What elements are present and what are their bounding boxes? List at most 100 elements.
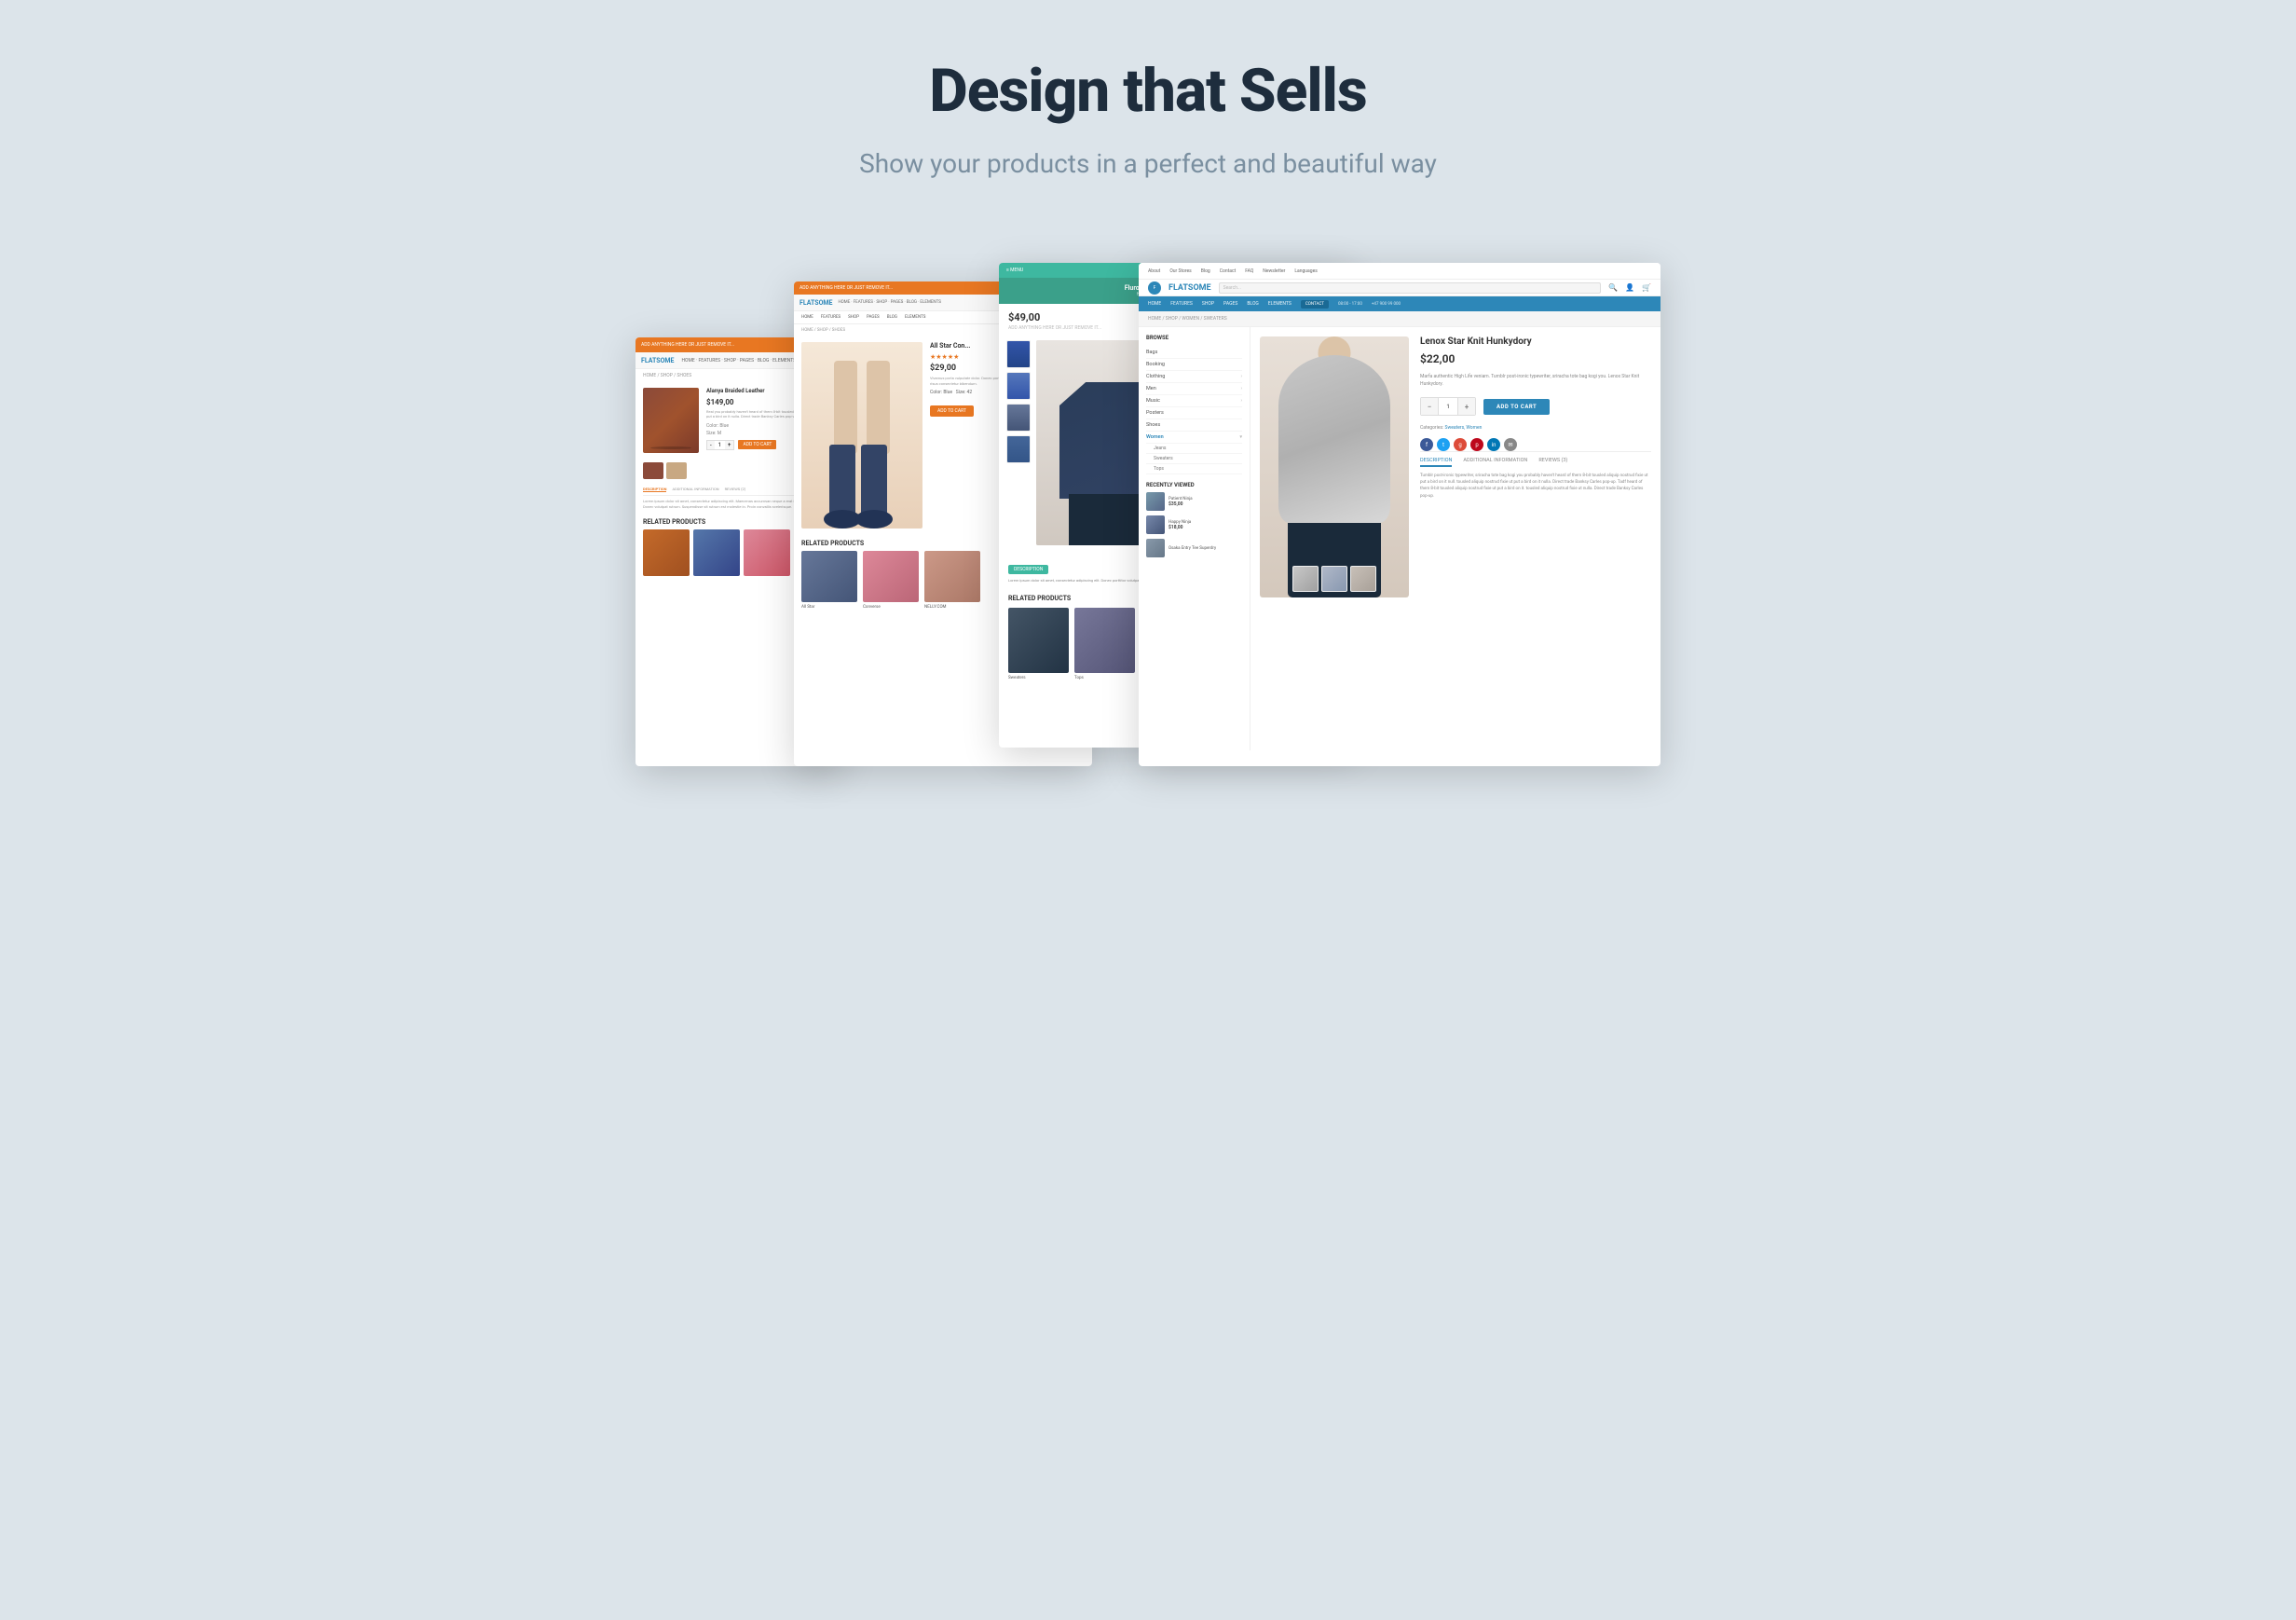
sc-related-item-2[interactable]: Tops (1074, 608, 1135, 680)
sidebar-sub-sweaters[interactable]: Sweaters (1146, 454, 1242, 464)
sf-facebook-icon[interactable]: f (1420, 438, 1433, 451)
sbl-related-item-3[interactable] (744, 529, 790, 576)
sidebar-item-bags[interactable]: Bags (1146, 347, 1242, 359)
sidebar-item-music[interactable]: Music › (1146, 395, 1242, 407)
sidebar-sub-tops[interactable]: Tops (1146, 464, 1242, 474)
sbc-related-item-3[interactable]: NELLY.COM (924, 551, 980, 610)
sc-add-hint: ADD ANYTHING HERE OR JUST REMOVE IT... (1008, 325, 1101, 331)
sf-recent-item-1[interactable]: Patient Ninja $35,00 (1146, 492, 1242, 511)
sf-woman-figure (1260, 336, 1409, 597)
sf-social-icons: f t g p in ✉ (1420, 438, 1651, 451)
sf-languages-link[interactable]: Languages (1294, 268, 1318, 274)
sbc-related-label-1: All Star (801, 605, 857, 610)
sidebar-sub-jeans[interactable]: Jeans (1146, 444, 1242, 454)
sf-search-input[interactable]: Search... (1219, 282, 1602, 294)
sidebar-item-shoes[interactable]: Shoes (1146, 419, 1242, 432)
sf-qty-decrease-btn[interactable]: − (1421, 398, 1438, 415)
sf-categories: Categories: Sweaters, Women (1420, 425, 1651, 431)
sidebar-item-posters[interactable]: Posters (1146, 407, 1242, 419)
sidebar-item-booking[interactable]: Booking (1146, 359, 1242, 371)
sbc-related-img-3 (924, 551, 980, 602)
sf-linkedin-icon[interactable]: in (1487, 438, 1500, 451)
sbc-nav2-pages[interactable]: PAGES (867, 315, 880, 320)
sf-product-image (1260, 336, 1409, 597)
sf-recent-name-2: Happy Ninja (1168, 520, 1191, 525)
sbc-nav2-home[interactable]: HOME (801, 315, 813, 320)
sc-thumb-3[interactable] (1006, 404, 1031, 432)
sc-related-item-1[interactable]: Sweaters (1008, 608, 1069, 680)
sf-nav-elements[interactable]: ELEMENTS (1268, 301, 1292, 307)
chevron-down-icon: ▾ (1239, 434, 1242, 440)
sbc-nav2-features[interactable]: FEATURES (821, 315, 840, 320)
sf-twitter-icon[interactable]: t (1437, 438, 1450, 451)
sf-search-icon[interactable]: 🔍 (1608, 283, 1618, 292)
sf-recent-name-3: Osaka Entry Tee Superdry (1168, 546, 1216, 551)
sf-qty-add-row: − 1 + ADD TO CART (1420, 397, 1651, 416)
sbc-related-item-1[interactable]: All Star (801, 551, 857, 610)
sf-nav-pages[interactable]: PAGES (1223, 301, 1237, 307)
sf-tab-description[interactable]: DESCRIPTION (1420, 458, 1452, 467)
sf-nav-home[interactable]: HOME (1148, 301, 1161, 307)
sf-contact-link[interactable]: Contact (1220, 268, 1236, 274)
sidebar-label-men: Men (1146, 386, 1156, 391)
sbl-tab-description[interactable]: DESCRIPTION (643, 487, 666, 492)
screens-container: ADD ANYTHING HERE OR JUST REMOVE IT... F… (636, 244, 1660, 766)
sf-nav-features[interactable]: FEATURES (1170, 301, 1193, 307)
sf-pimg-3[interactable] (1350, 566, 1376, 592)
sbc-logo: FLATSOME (800, 299, 832, 307)
sbl-tab-reviews[interactable]: REVIEWS (2) (725, 487, 746, 492)
sf-pinterest-icon[interactable]: p (1470, 438, 1483, 451)
sbl-nav-links: HOME · FEATURES · SHOP · PAGES · BLOG · … (681, 358, 796, 364)
sbl-related-item-2[interactable] (693, 529, 740, 576)
sf-faq-link[interactable]: FAQ (1245, 268, 1253, 274)
sf-nav-blog[interactable]: BLOG (1247, 301, 1259, 307)
sc-related-label-2: Tops (1074, 676, 1135, 680)
sc-description-btn[interactable]: DESCRIPTION (1008, 565, 1048, 574)
sf-contact-btn[interactable]: CONTACT (1301, 300, 1329, 309)
chevron-down-icon: › (1240, 398, 1242, 404)
sf-tab-reviews[interactable]: REVIEWS (3) (1538, 458, 1567, 467)
sf-user-icon[interactable]: 👤 (1625, 283, 1634, 292)
sbc-nav2-shop[interactable]: SHOP (848, 315, 859, 320)
sf-add-to-cart-btn[interactable]: ADD TO CART (1483, 399, 1550, 415)
sbl-tab-additional[interactable]: ADDITIONAL INFORMATION (672, 487, 718, 492)
sf-logo-icon: F (1148, 281, 1161, 295)
sbc-nav2-elements[interactable]: ELEMENTS (905, 315, 926, 320)
sf-tab-additional[interactable]: ADDITIONAL INFORMATION (1463, 458, 1527, 467)
sc-menu-icon[interactable]: ≡ MENU (1006, 268, 1023, 273)
sf-recent-item-3[interactable]: Osaka Entry Tee Superdry (1146, 539, 1242, 557)
sf-recent-item-2[interactable]: Happy Ninja $18,00 (1146, 515, 1242, 534)
sbc-nav-links: HOME · FEATURES · SHOP · PAGES · BLOG · … (838, 300, 940, 305)
sc-thumb-1[interactable] (1006, 340, 1031, 368)
sidebar-label-clothing: Clothing (1146, 374, 1165, 379)
sbc-nav2-blog[interactable]: BLOG (887, 315, 897, 320)
sf-topbar: About Our Stores Blog Contact FAQ Newsle… (1139, 263, 1660, 280)
sf-newsletter-link[interactable]: Newsletter (1263, 268, 1285, 274)
sf-blog-link[interactable]: Blog (1201, 268, 1210, 274)
sf-pimg-1[interactable] (1292, 566, 1319, 592)
sidebar-item-clothing[interactable]: Clothing › (1146, 371, 1242, 383)
sf-stores-link[interactable]: Our Stores (1169, 268, 1191, 274)
sc-thumb-2[interactable] (1006, 372, 1031, 400)
sbc-related-label-2: Converse (863, 605, 919, 610)
sbl-related-item-1[interactable] (643, 529, 690, 576)
sbc-add-to-cart-btn[interactable]: ADD TO CART (930, 405, 974, 417)
sbl-thumb-2[interactable] (666, 462, 687, 479)
sidebar-label-women: Women (1146, 434, 1164, 440)
sf-pimg-2[interactable] (1321, 566, 1347, 592)
sf-categories-values[interactable]: Sweaters, Women (1445, 425, 1483, 431)
sf-quantity-stepper[interactable]: − 1 + (1420, 397, 1476, 416)
sidebar-item-women[interactable]: Women ▾ (1146, 432, 1242, 444)
sf-browse-title: BROWSE (1146, 335, 1242, 341)
sidebar-label-shoes: Shoes (1146, 422, 1160, 428)
sf-cart-icon[interactable]: 🛒 (1642, 283, 1651, 292)
sf-about-link[interactable]: About (1148, 268, 1160, 274)
sf-qty-increase-btn[interactable]: + (1458, 398, 1475, 415)
sc-thumb-4[interactable] (1006, 435, 1031, 463)
sidebar-item-men[interactable]: Men › (1146, 383, 1242, 395)
sf-email-icon[interactable]: ✉ (1504, 438, 1517, 451)
sbl-thumb-1[interactable] (643, 462, 663, 479)
sbc-related-item-2[interactable]: Converse (863, 551, 919, 610)
sf-googleplus-icon[interactable]: g (1454, 438, 1467, 451)
sf-nav-shop[interactable]: SHOP (1202, 301, 1214, 307)
